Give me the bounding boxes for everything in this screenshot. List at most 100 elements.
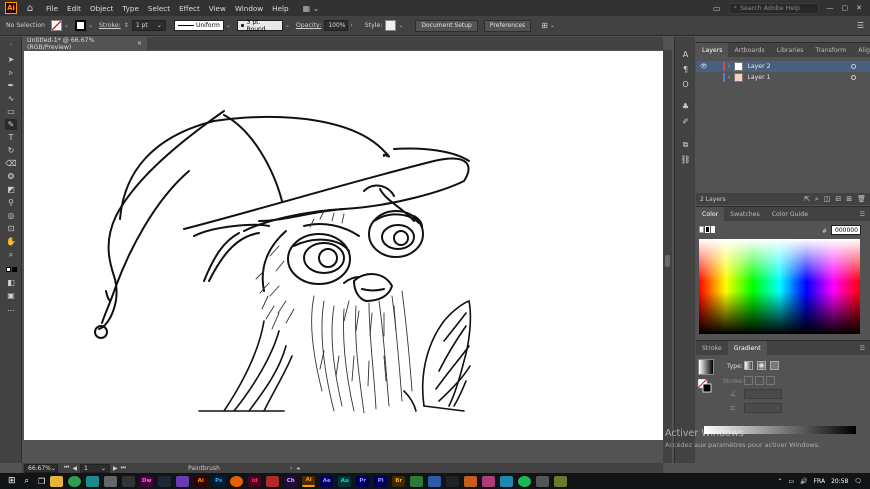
profile-dropdown-icon[interactable]: ⌄ — [226, 22, 231, 29]
color-spectrum[interactable] — [699, 239, 860, 334]
tab-color-guide[interactable]: Color Guide — [766, 207, 814, 221]
search-input[interactable]: ⌕ Search Adobe Help — [728, 2, 819, 14]
radial-gradient-icon[interactable] — [757, 361, 766, 370]
symbols-icon[interactable]: ♣ — [680, 101, 691, 112]
tab-gradient[interactable]: Gradient — [727, 341, 767, 355]
windows-start-icon[interactable]: ⊞ — [8, 476, 16, 486]
app-icon-green[interactable] — [410, 475, 424, 487]
arrange-icon[interactable]: ▭ — [713, 4, 721, 13]
brush-dropdown-icon[interactable]: ⌄ — [285, 22, 290, 29]
layer-target-icon[interactable] — [851, 64, 856, 69]
layer-row[interactable]: › Layer 1 — [696, 72, 870, 83]
photoshop-icon[interactable]: Ps — [212, 475, 226, 487]
blend-tool-icon[interactable]: ◎ — [5, 210, 17, 221]
hand-tool-icon[interactable]: ✋ — [5, 236, 17, 247]
curvature-tool-icon[interactable]: ∿ — [5, 93, 17, 104]
links-icon[interactable]: ⛓ — [680, 154, 691, 165]
gradient-preview[interactable] — [698, 359, 714, 375]
next-artboard-icon[interactable]: ▶ — [113, 465, 118, 472]
fill-swatch[interactable] — [50, 20, 62, 31]
locate-object-icon[interactable]: ⌕ — [815, 195, 819, 204]
stroke-swatch[interactable] — [74, 20, 86, 31]
character-icon[interactable]: A — [680, 49, 691, 60]
menu-file[interactable]: File — [46, 4, 58, 13]
panel-menu-icon[interactable]: ☰ — [857, 21, 864, 30]
stroke-weight-field[interactable]: 1 pt ⌄ — [131, 20, 166, 31]
artboard-tool-icon[interactable]: ⊡ — [5, 223, 17, 234]
gradient-tool-icon[interactable]: ◩ — [5, 184, 17, 195]
opacity-field[interactable]: 100% — [324, 20, 349, 31]
opentype-icon[interactable]: O — [680, 79, 691, 90]
zoom-level-field[interactable]: 66.67% ⌄ — [24, 463, 58, 473]
tab-swatches[interactable]: Swatches — [724, 207, 766, 221]
preferences-button[interactable]: Preferences — [483, 19, 532, 32]
panel-menu-icon[interactable]: ☰ — [859, 211, 865, 218]
opacity-dropdown-icon[interactable]: › — [350, 22, 352, 29]
tab-libraries[interactable]: Libraries — [771, 43, 810, 57]
taskbar-search-icon[interactable]: ⌕ — [25, 476, 29, 486]
zoom-tool-icon[interactable]: ⌕ — [5, 249, 17, 260]
tab-artboards[interactable]: Artboards — [728, 43, 770, 57]
last-artboard-icon[interactable]: ⏭ — [121, 464, 126, 472]
menu-type[interactable]: Type — [122, 4, 139, 13]
menu-window[interactable]: Window — [235, 4, 263, 13]
brush-definition[interactable]: 3 pt. Round — [236, 19, 283, 33]
close-tab-icon[interactable]: × — [137, 40, 142, 47]
volume-icon[interactable]: 🔊 — [800, 478, 807, 485]
fill-stroke-swatch-icon[interactable] — [5, 264, 17, 275]
tab-layers[interactable]: Layers — [696, 43, 729, 57]
vertical-scroll-thumb[interactable] — [665, 255, 670, 267]
stroke-stepper-icon[interactable]: ⇕ — [124, 22, 129, 29]
linear-gradient-icon[interactable] — [744, 361, 753, 370]
stroke-dropdown-icon[interactable]: ⌄ — [88, 22, 93, 29]
eyedropper-tool-icon[interactable]: ⚲ — [5, 197, 17, 208]
menu-edit[interactable]: Edit — [67, 4, 81, 13]
minimize-icon[interactable]: — — [827, 4, 834, 12]
rotate-tool-icon[interactable]: ↻ — [5, 145, 17, 156]
tab-color[interactable]: Color — [696, 207, 725, 221]
premiere-icon[interactable]: Pr — [356, 475, 370, 487]
stroke-gradient-options[interactable] — [744, 376, 778, 385]
maximize-icon[interactable]: ▢ — [842, 4, 849, 12]
edit-toolbar-icon[interactable]: ⋯ — [5, 305, 17, 316]
keyboard-language[interactable]: FRA — [814, 478, 825, 485]
layer-row[interactable]: 👁 › Layer 2 — [696, 61, 870, 72]
style-dropdown-icon[interactable]: ⌄ — [398, 22, 403, 29]
delete-layer-icon[interactable]: 🗑 — [857, 195, 866, 204]
style-swatch[interactable] — [385, 20, 397, 31]
document-tab[interactable]: Untitled-1* @ 66.67% (RGB/Preview) × — [22, 37, 147, 51]
export-icon[interactable]: ⇱ — [804, 195, 810, 204]
fill-dropdown-icon[interactable]: ⌄ — [64, 22, 69, 29]
menu-view[interactable]: View — [209, 4, 226, 13]
artboard[interactable] — [24, 51, 663, 440]
tab-stroke[interactable]: Stroke — [696, 341, 728, 355]
app-icon-gray[interactable] — [104, 475, 118, 487]
eraser-tool-icon[interactable]: ⌫ — [5, 158, 17, 169]
workspace-grid-icon[interactable]: ▦ ⌄ — [303, 4, 320, 13]
after-effects-icon[interactable]: Ae — [320, 475, 334, 487]
align-dropdown-icon[interactable]: ⌄ — [550, 22, 555, 29]
artboard-number-field[interactable]: 1 ⌄ — [80, 463, 111, 473]
gradient-fill-stroke-icon[interactable] — [697, 378, 712, 393]
warp-tool-icon[interactable]: ❂ — [5, 171, 17, 182]
screen-mode-icon[interactable]: ▣ — [5, 290, 17, 301]
type-tool-icon[interactable]: T — [5, 132, 17, 143]
document-setup-button[interactable]: Document Setup — [415, 19, 478, 32]
paragraph-icon[interactable]: ¶ — [680, 64, 691, 75]
layer-target-icon[interactable] — [851, 75, 856, 80]
direct-selection-tool-icon[interactable]: ▹ — [5, 67, 17, 78]
tab-transform[interactable]: Transform — [810, 43, 853, 57]
task-view-icon[interactable]: ❐ — [38, 477, 45, 486]
hex-input[interactable]: 000000 — [831, 225, 861, 235]
asset-export-icon[interactable]: ⧉ — [680, 139, 691, 150]
active-app-icon[interactable]: Ai — [302, 475, 316, 487]
app-icon-pink[interactable] — [482, 475, 496, 487]
toolbar-grip-icon[interactable]: » — [5, 39, 17, 50]
app-icon-gray2[interactable] — [536, 475, 550, 487]
spotify-icon[interactable] — [518, 475, 532, 487]
character-animator-icon[interactable]: Ch — [284, 475, 298, 487]
menu-select[interactable]: Select — [148, 4, 170, 13]
app-icon-cyan[interactable] — [500, 475, 514, 487]
chrome-icon[interactable] — [68, 475, 82, 487]
variable-width-profile[interactable]: Uniform — [173, 20, 224, 31]
